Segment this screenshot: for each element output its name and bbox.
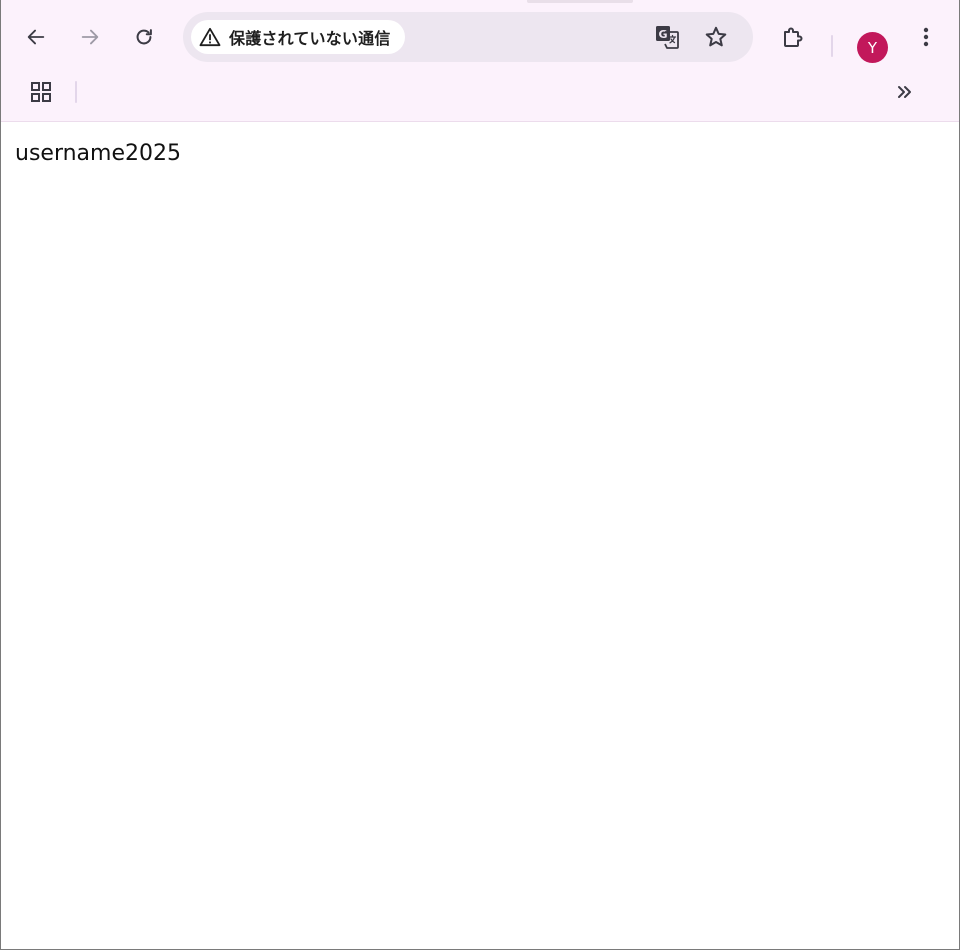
address-bar[interactable]: 保護されていない通信 G [183,12,753,62]
profile-initial: Y [867,38,878,57]
reload-button[interactable] [126,19,162,55]
browser-chrome: 保護されていない通信 G Y [1,0,959,122]
chevron-double-right-icon [898,86,911,98]
arrow-left-icon [27,29,45,45]
bookmarks-divider [75,81,77,103]
translate-button[interactable]: G [649,19,685,55]
apps-grid-icon [31,82,51,102]
extensions-button[interactable] [775,19,811,55]
reload-icon [136,29,152,45]
bookmarks-overflow-button[interactable] [887,74,923,110]
security-label: 保護されていない通信 [229,29,391,48]
menu-button[interactable] [908,19,944,55]
apps-button[interactable] [23,74,59,110]
page-content: username2025 [1,123,959,949]
browser-window: 保護されていない通信 G Y username2025 [0,0,960,950]
tab-strip-hint [527,0,633,3]
translate-icon: G [656,26,679,49]
bookmark-star-button[interactable] [698,19,734,55]
toolbar: 保護されていない通信 G Y [1,10,959,64]
toolbar-divider [831,35,833,57]
profile-avatar[interactable]: Y [857,32,888,63]
svg-text:G: G [658,28,667,41]
star-icon [705,26,727,47]
arrow-right-icon [81,29,99,45]
page-text: username2025 [15,141,181,166]
bookmarks-bar [1,70,959,114]
warning-triangle-icon [199,27,221,47]
security-chip[interactable]: 保護されていない通信 [191,20,405,54]
back-button[interactable] [18,19,54,55]
puzzle-icon [784,27,803,47]
kebab-menu-icon [923,27,929,47]
forward-button[interactable] [72,19,108,55]
